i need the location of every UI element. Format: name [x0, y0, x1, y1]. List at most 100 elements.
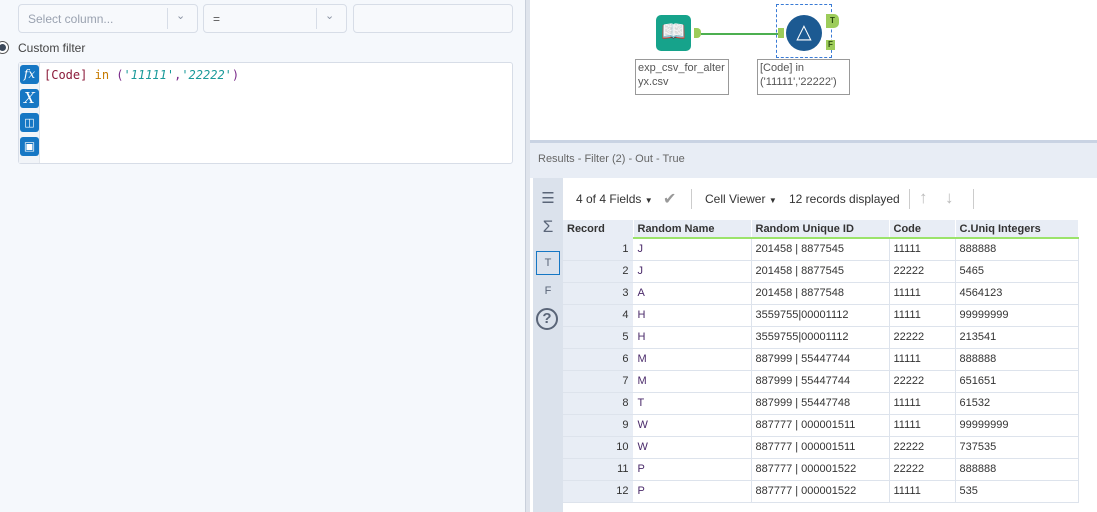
table-cell[interactable]: 3559755|00001112 — [751, 304, 890, 327]
checkmark-icon[interactable]: ✔ — [663, 189, 676, 209]
table-cell[interactable]: 99999999 — [955, 304, 1079, 327]
table-cell[interactable]: 9 — [563, 414, 634, 437]
column-header[interactable]: C.Uniq Integers — [955, 220, 1079, 239]
false-anchor[interactable]: F — [826, 40, 835, 50]
table-cell[interactable]: 4564123 — [955, 282, 1079, 305]
chevron-down-icon[interactable]: ⌄ — [325, 9, 334, 22]
input-data-tool-icon[interactable]: 📖 — [656, 15, 691, 51]
table-list-icon[interactable]: ☰ — [536, 188, 560, 212]
table-row[interactable]: 9 W 887777 | 000001511 11111 99999999 — [563, 414, 1079, 437]
table-cell[interactable]: H — [633, 326, 752, 349]
table-row[interactable]: 4 H 3559755|00001112 11111 99999999 — [563, 304, 1079, 327]
table-cell[interactable]: 887999 | 55447744 — [751, 348, 890, 371]
table-cell[interactable]: 201458 | 8877545 — [751, 238, 890, 261]
arrow-up-icon[interactable]: ↑ — [919, 188, 928, 208]
table-cell[interactable]: 201458 | 8877548 — [751, 282, 890, 305]
table-cell[interactable]: 535 — [955, 480, 1079, 503]
table-cell[interactable]: W — [633, 414, 752, 437]
table-cell[interactable]: 887777 | 000001511 — [751, 414, 890, 437]
table-cell[interactable]: 22222 — [889, 260, 956, 283]
table-cell[interactable]: 7 — [563, 370, 634, 393]
table-cell[interactable]: 3559755|00001112 — [751, 326, 890, 349]
table-row[interactable]: 5 H 3559755|00001112 22222 213541 — [563, 326, 1079, 349]
table-cell[interactable]: 11111 — [889, 480, 956, 503]
table-cell[interactable]: 22222 — [889, 458, 956, 481]
table-cell[interactable]: 61532 — [955, 392, 1079, 415]
table-cell[interactable]: 888888 — [955, 458, 1079, 481]
summary-icon[interactable]: Σ — [536, 216, 560, 240]
table-cell[interactable]: 201458 | 8877545 — [751, 260, 890, 283]
table-cell[interactable]: 12 — [563, 480, 634, 503]
table-cell[interactable]: 213541 — [955, 326, 1079, 349]
table-cell[interactable]: 651651 — [955, 370, 1079, 393]
output-anchor[interactable] — [694, 28, 701, 38]
table-cell[interactable]: 1 — [563, 238, 634, 261]
table-cell[interactable]: 6 — [563, 348, 634, 371]
table-cell[interactable]: 5 — [563, 326, 634, 349]
table-cell[interactable]: T — [633, 392, 752, 415]
chevron-down-icon[interactable]: ⌄ — [176, 9, 185, 22]
table-cell[interactable]: 11111 — [889, 304, 956, 327]
table-cell[interactable]: 11 — [563, 458, 634, 481]
table-row[interactable]: 3 A 201458 | 8877548 11111 4564123 — [563, 282, 1079, 305]
column-header[interactable]: Random Unique ID — [751, 220, 890, 239]
operator-select[interactable]: = ⌄ — [203, 4, 347, 33]
table-row[interactable]: 7 M 887999 | 55447744 22222 651651 — [563, 370, 1079, 393]
true-anchor[interactable]: T — [826, 14, 839, 28]
table-cell[interactable]: 887999 | 55447748 — [751, 392, 890, 415]
table-cell[interactable]: W — [633, 436, 752, 459]
table-cell[interactable]: 99999999 — [955, 414, 1079, 437]
table-cell[interactable]: 2 — [563, 260, 634, 283]
column-header[interactable]: Random Name — [633, 220, 752, 239]
cell-viewer-dropdown[interactable]: Cell Viewer ▼ — [705, 192, 777, 206]
true-output-icon[interactable]: T — [536, 251, 560, 275]
fields-dropdown[interactable]: 4 of 4 Fields ▼ — [576, 192, 653, 206]
table-row[interactable]: 2 J 201458 | 8877545 22222 5465 — [563, 260, 1079, 283]
column-header[interactable]: Record — [563, 220, 634, 238]
expression-editor[interactable]: fx X ◫ ▣ [Code] in ('11111','22222') — [18, 62, 513, 164]
workflow-canvas[interactable]: 📖 △ T F exp_csv_for_alter yx.csv [Code] … — [530, 0, 1097, 140]
table-row[interactable]: 6 M 887999 | 55447744 11111 888888 — [563, 348, 1079, 371]
table-row[interactable]: 8 T 887999 | 55447748 11111 61532 — [563, 392, 1079, 415]
table-cell[interactable]: J — [633, 238, 752, 261]
table-cell[interactable]: 887777 | 000001522 — [751, 480, 890, 503]
filter-tool-icon[interactable]: △ — [786, 15, 822, 51]
table-cell[interactable]: 22222 — [889, 436, 956, 459]
table-cell[interactable]: 888888 — [955, 348, 1079, 371]
table-cell[interactable]: 11111 — [889, 414, 956, 437]
false-output-icon[interactable]: F — [536, 280, 560, 304]
save-icon[interactable]: ▣ — [20, 137, 39, 156]
table-cell[interactable]: M — [633, 348, 752, 371]
table-cell[interactable]: 11111 — [889, 348, 956, 371]
table-cell[interactable]: J — [633, 260, 752, 283]
table-cell[interactable]: 887777 | 000001522 — [751, 458, 890, 481]
table-cell[interactable]: 737535 — [955, 436, 1079, 459]
table-cell[interactable]: A — [633, 282, 752, 305]
table-cell[interactable]: 11111 — [889, 282, 956, 305]
column-header[interactable]: Code — [889, 220, 956, 239]
table-row[interactable]: 10 W 887777 | 000001511 22222 737535 — [563, 436, 1079, 459]
column-select[interactable]: Select column... ⌄ — [18, 4, 198, 33]
table-cell[interactable]: 11111 — [889, 392, 956, 415]
table-cell[interactable]: 887999 | 55447744 — [751, 370, 890, 393]
custom-filter-radio[interactable] — [0, 41, 9, 54]
table-cell[interactable]: P — [633, 458, 752, 481]
table-cell[interactable]: 22222 — [889, 370, 956, 393]
table-cell[interactable]: 8 — [563, 392, 634, 415]
table-cell[interactable]: 3 — [563, 282, 634, 305]
table-cell[interactable]: 22222 — [889, 326, 956, 349]
table-row[interactable]: 12 P 887777 | 000001522 11111 535 — [563, 480, 1079, 503]
table-cell[interactable]: 10 — [563, 436, 634, 459]
arrow-down-icon[interactable]: ↓ — [945, 188, 954, 208]
value-input[interactable] — [353, 4, 513, 33]
table-cell[interactable]: M — [633, 370, 752, 393]
table-cell[interactable]: 887777 | 000001511 — [751, 436, 890, 459]
help-icon[interactable]: ? — [536, 308, 558, 330]
table-row[interactable]: 11 P 887777 | 000001522 22222 888888 — [563, 458, 1079, 481]
table-cell[interactable]: 11111 — [889, 238, 956, 261]
expression-text[interactable]: [Code] in ('11111','22222') — [44, 68, 239, 82]
variable-icon[interactable]: X — [20, 89, 39, 108]
table-cell[interactable]: 888888 — [955, 238, 1079, 261]
table-cell[interactable]: P — [633, 480, 752, 503]
fx-icon[interactable]: fx — [20, 65, 39, 84]
